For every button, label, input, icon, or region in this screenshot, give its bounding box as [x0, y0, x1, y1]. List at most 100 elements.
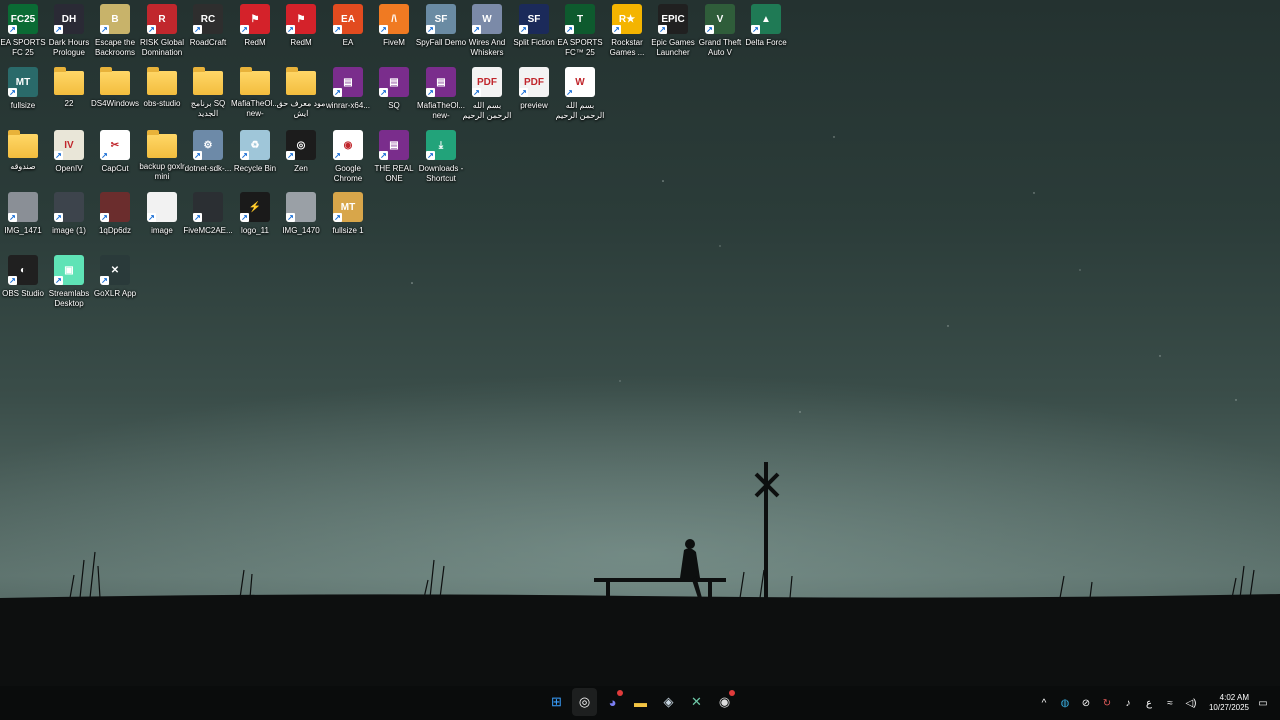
sync-icon[interactable]: ↻ [1100, 698, 1114, 709]
desktop-icon-label: Epic Games Launcher [651, 38, 695, 57]
desktop-icon[interactable]: ✕ ↗ GoXLR App [92, 255, 138, 315]
desktop-icon[interactable]: مود معرف حق ايش [277, 67, 325, 127]
desktop-icon[interactable]: ↗ image (1) [46, 192, 92, 252]
file-explorer-icon: ▬ [634, 694, 647, 710]
desktop-icon-label: FiveM [383, 38, 405, 47]
desktop-icon[interactable]: ⚙ ↗ dotnet-sdk-... [185, 130, 231, 190]
desktop-icon[interactable]: ↗ FiveMC2AE... [183, 192, 233, 252]
desktop-icon[interactable]: ⚑ ↗ RedM [232, 4, 278, 64]
taskbar-pinned-apps: ⊞ ◎ ◕ ▬ ◈ ✕ ◉ [544, 688, 737, 716]
desktop-icon[interactable]: DH ↗ Dark Hours Prologue [46, 4, 92, 64]
shortcut-arrow-icon: ↗ [333, 151, 342, 160]
desktop-icon[interactable]: W ↗ بسم الله الرحمن الرحيم [556, 67, 604, 127]
desktop-icon[interactable]: ⚡ ↗ logo_11 [232, 192, 278, 252]
desktop-icon[interactable]: ◐ ↗ OBS Studio [0, 255, 46, 315]
desktop-icon-label: Downloads - Shortcut [418, 164, 464, 183]
app-icon: /\ ↗ [379, 4, 409, 34]
desktop-icon[interactable]: ⚑ ↗ RedM [278, 4, 324, 64]
desktop-icon[interactable]: B ↗ Escape the Backrooms [92, 4, 138, 64]
desktop-icon[interactable]: ↗ IMG_1470 [278, 192, 324, 252]
wifi-icon[interactable]: ≈ [1163, 698, 1177, 709]
shortcut-arrow-icon: ↗ [379, 25, 388, 34]
desktop-icon[interactable]: ▣ ↗ Streamlabs Desktop [46, 255, 92, 315]
app-icon: ↗ [193, 192, 223, 222]
desktop-icon[interactable]: ▤ ↗ SQ [371, 67, 417, 127]
desktop-icon[interactable]: ♻ ↗ Recycle Bin [232, 130, 278, 190]
folder-icon [54, 67, 84, 95]
language-indicator[interactable]: ع [1142, 698, 1156, 709]
shortcut-arrow-icon: ↗ [8, 213, 17, 222]
network-off-icon[interactable]: ⊘ [1079, 698, 1093, 709]
shortcut-arrow-icon: ↗ [751, 25, 760, 34]
desktop-icon[interactable]: 22 [46, 67, 92, 127]
desktop-icon[interactable]: ↗ 1qDp6dz [92, 192, 138, 252]
desktop-icon[interactable]: FC25 ↗ EA SPORTS FC 25 [0, 4, 46, 64]
desktop-icon[interactable]: EPIC ↗ Epic Games Launcher [650, 4, 696, 64]
chrome-taskbar[interactable]: ◉ [712, 688, 737, 716]
desktop-icon[interactable]: ▤ ↗ MafiaTheOl... new- [417, 67, 465, 127]
shortcut-arrow-icon: ↗ [54, 25, 63, 34]
desktop-icon[interactable]: ▤ ↗ winrar-x64... [325, 67, 371, 127]
shortcut-arrow-icon: ↗ [426, 151, 435, 160]
desktop-icon[interactable]: PDF ↗ preview [511, 67, 557, 127]
icon-glyph: ▤ [389, 76, 399, 88]
desktop-icon[interactable]: backup goxlr mini [139, 130, 185, 190]
clock[interactable]: 4:02 AM 10/27/2025 [1209, 693, 1249, 713]
desktop-icon[interactable]: SF ↗ SpyFall Demo [416, 4, 466, 64]
shortcut-arrow-icon: ↗ [565, 25, 574, 34]
desktop-icon[interactable]: ⤓ ↗ Downloads - Shortcut [418, 130, 464, 190]
desktop-icon[interactable]: ▲ ↗ Delta Force [743, 4, 789, 64]
desktop-icon[interactable]: R ↗ RISK Global Domination [139, 4, 185, 64]
microphone-icon[interactable]: ♪ [1121, 698, 1135, 709]
desktop-icon[interactable]: ◎ ↗ Zen [278, 130, 324, 190]
desktop-icon[interactable]: PDF ↗ بسم الله الرحمن الرحيم [463, 67, 511, 127]
desktop-icon[interactable]: IV ↗ OpenIV [46, 130, 92, 190]
app-icon: ▤ ↗ [333, 67, 363, 97]
app-icon: ⚑ ↗ [240, 4, 270, 34]
steam-taskbar[interactable]: ◈ [656, 688, 681, 716]
desktop-icon[interactable]: DS4Windows [91, 67, 139, 127]
desktop-icon[interactable]: EA ↗ EA [325, 4, 371, 64]
discord-taskbar[interactable]: ◕ [600, 688, 625, 716]
app-icon: IV ↗ [54, 130, 84, 160]
shortcut-arrow-icon: ↗ [8, 25, 17, 34]
desktop-icon[interactable]: /\ ↗ FiveM [371, 4, 417, 64]
file-explorer[interactable]: ▬ [628, 688, 653, 716]
notifications-icon[interactable]: ▭ [1256, 698, 1270, 709]
desktop-icon[interactable]: برنامج SQ الجديد [185, 67, 231, 127]
desktop-icon[interactable]: obs-studio [139, 67, 185, 127]
desktop-icon[interactable]: SF ↗ Split Fiction [511, 4, 557, 64]
desktop-icon[interactable]: ◉ ↗ Google Chrome [325, 130, 371, 190]
desktop-icon[interactable]: T ↗ EA SPORTS FC™ 25 [557, 4, 603, 64]
desktop-icon[interactable]: صندوقه [0, 130, 46, 190]
desktop-icon[interactable]: R★ ↗ Rockstar Games ... [604, 4, 650, 64]
notification-badge [617, 690, 623, 696]
desktop-icon[interactable]: MT ↗ fullsize 1 [325, 192, 371, 252]
show-hidden-icons-chevron-icon[interactable]: ^ [1037, 698, 1051, 709]
volume-icon[interactable]: ◁) [1184, 698, 1198, 709]
icon-glyph: ⚙ [203, 139, 213, 151]
desktop-icon[interactable]: RC ↗ RoadCraft [185, 4, 231, 64]
folder-icon [147, 130, 177, 158]
app-icon: MT ↗ [8, 67, 38, 97]
desktop-icon[interactable]: ▤ ↗ THE REAL ONE [371, 130, 417, 190]
app-icon: R ↗ [147, 4, 177, 34]
desktop-icon[interactable]: V ↗ Grand Theft Auto V [697, 4, 743, 64]
edge-icon[interactable]: ◍ [1058, 698, 1072, 709]
icon-glyph: W [575, 76, 585, 88]
shortcut-arrow-icon: ↗ [519, 88, 528, 97]
desktop-icon[interactable]: ↗ image [139, 192, 185, 252]
app-icon: ↗ [286, 192, 316, 222]
obs-taskbar[interactable]: ◎ [572, 688, 597, 716]
shortcut-arrow-icon: ↗ [472, 25, 481, 34]
desktop-icon[interactable]: MT ↗ fullsize [0, 67, 46, 127]
goxlr-taskbar[interactable]: ✕ [684, 688, 709, 716]
desktop-icon[interactable]: ↗ IMG_1471 [0, 192, 46, 252]
desktop-icon[interactable]: MafiaTheOl... new- [231, 67, 279, 127]
desktop-icon[interactable]: W ↗ Wires And Whiskers [464, 4, 510, 64]
start-button[interactable]: ⊞ [544, 688, 569, 716]
desktop-icon[interactable]: ✂ ↗ CapCut [92, 130, 138, 190]
app-icon: ⚙ ↗ [193, 130, 223, 160]
app-icon: EA ↗ [333, 4, 363, 34]
goxlr-taskbar-icon: ✕ [691, 694, 702, 709]
